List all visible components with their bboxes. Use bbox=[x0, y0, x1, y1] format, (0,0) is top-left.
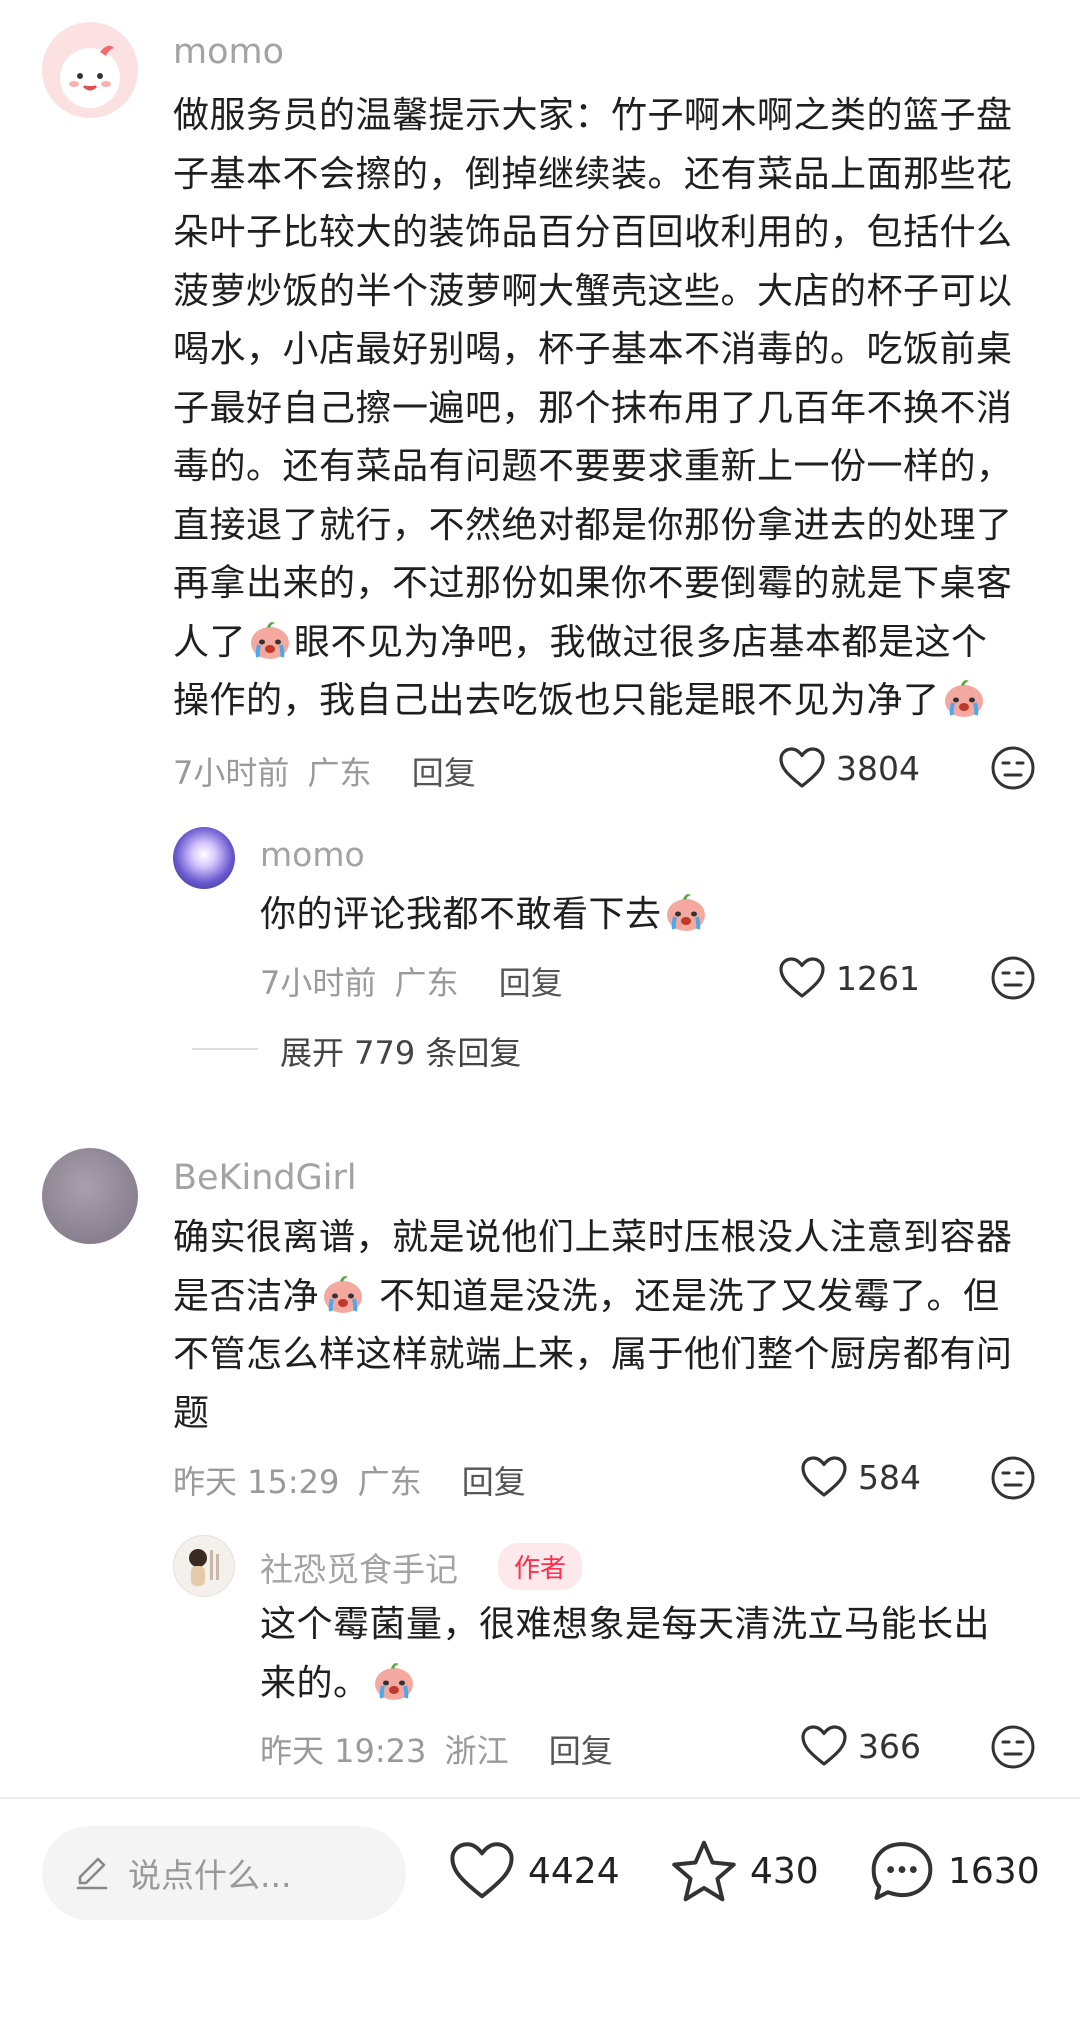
comment-text: 做服务员的温馨提示大家：竹子啊木啊之类的篮子盘 子基本不会擦的，倒掉继续装。还有… bbox=[173, 95, 1013, 721]
post-favorite-count: 430 bbox=[750, 1850, 819, 1892]
like-button[interactable]: 3804 bbox=[778, 746, 920, 790]
comment-meta: 7小时前 广东 回复 bbox=[260, 958, 563, 1004]
avatar[interactable] bbox=[42, 1148, 138, 1244]
bottom-bar-divider bbox=[0, 1797, 1080, 1799]
comment-time: 昨天 19:23 bbox=[260, 1732, 427, 1770]
avatar-character-icon bbox=[60, 45, 120, 108]
comment-username[interactable]: BeKindGirl bbox=[173, 1158, 357, 1198]
comment-text: 你的评论我都不敢看下去 bbox=[260, 886, 710, 945]
comment-time: 7小时前 bbox=[260, 964, 377, 1002]
input-placeholder: 说点什么... bbox=[128, 1856, 292, 1895]
post-comment-button[interactable]: 1630 bbox=[868, 1838, 1040, 1904]
crying-emoji-icon bbox=[942, 676, 986, 720]
comment-username[interactable]: momo bbox=[173, 32, 284, 72]
reply-button[interactable]: 回复 bbox=[412, 754, 476, 792]
post-favorite-button[interactable]: 430 bbox=[670, 1838, 819, 1904]
author-badge: 作者 bbox=[498, 1543, 583, 1590]
comment-location: 浙江 bbox=[444, 1732, 509, 1770]
like-count: 584 bbox=[858, 1457, 921, 1497]
comment-location: 广东 bbox=[307, 754, 372, 792]
comment-username[interactable]: 社恐觅食手记 bbox=[260, 1543, 458, 1591]
avatar-girl-icon bbox=[189, 1549, 219, 1586]
like-button[interactable]: 584 bbox=[800, 1455, 921, 1499]
post-like-button[interactable]: 4424 bbox=[448, 1840, 620, 1902]
dislike-face-icon[interactable] bbox=[990, 1455, 1036, 1501]
comment-location: 广东 bbox=[357, 1463, 422, 1501]
comment-text: 确实很离谱，就是说他们上菜时压根没人注意到容器 是否洁净 不知道是没洗，还是洗了… bbox=[173, 1217, 1013, 1434]
star-icon bbox=[672, 1840, 736, 1902]
comment-meta: 昨天 19:23 浙江 回复 bbox=[260, 1726, 613, 1772]
heart-icon bbox=[800, 1724, 848, 1768]
comment-location: 广东 bbox=[394, 964, 459, 1002]
like-count: 366 bbox=[858, 1726, 921, 1766]
crying-emoji-icon bbox=[372, 1659, 416, 1703]
comment-meta: 昨天 15:29 广东 回复 bbox=[173, 1457, 526, 1503]
heart-icon bbox=[800, 1455, 848, 1499]
post-comment-count: 1630 bbox=[948, 1850, 1040, 1892]
comment-time: 7小时前 bbox=[173, 754, 290, 792]
comment-input[interactable]: 说点什么... bbox=[42, 1826, 406, 1920]
crying-emoji-icon bbox=[321, 1272, 365, 1316]
dislike-face-icon[interactable] bbox=[990, 1724, 1036, 1770]
like-count: 3804 bbox=[836, 748, 920, 788]
comment-username[interactable]: momo bbox=[260, 835, 365, 874]
pencil-icon bbox=[76, 1857, 108, 1890]
heart-icon bbox=[778, 746, 826, 790]
like-button[interactable]: 1261 bbox=[778, 956, 920, 1000]
reply-button[interactable]: 回复 bbox=[462, 1463, 526, 1501]
comment-bubble-icon bbox=[871, 1842, 933, 1900]
dislike-face-icon[interactable] bbox=[990, 955, 1036, 1001]
reply-button[interactable]: 回复 bbox=[499, 964, 563, 1002]
reply-button[interactable]: 回复 bbox=[549, 1732, 613, 1770]
avatar[interactable] bbox=[173, 827, 235, 889]
heart-icon bbox=[778, 956, 826, 1000]
post-like-count: 4424 bbox=[528, 1850, 620, 1892]
expand-divider-line bbox=[192, 1048, 258, 1050]
comment-time: 昨天 15:29 bbox=[173, 1463, 340, 1501]
heart-icon bbox=[450, 1842, 514, 1899]
expand-replies-button[interactable]: 展开 779 条回复 bbox=[280, 1028, 521, 1074]
comment-text: 这个霉菌量，很难想象是每天清洗立马能长出 来的。 bbox=[260, 1604, 991, 1704]
comment-meta: 7小时前 广东 回复 bbox=[173, 748, 476, 794]
like-button[interactable]: 366 bbox=[800, 1724, 921, 1768]
avatar[interactable] bbox=[173, 1535, 235, 1597]
crying-emoji-icon bbox=[664, 890, 708, 934]
crying-emoji-icon bbox=[248, 618, 292, 662]
avatar[interactable] bbox=[42, 22, 138, 118]
dislike-face-icon[interactable] bbox=[990, 745, 1036, 791]
like-count: 1261 bbox=[836, 958, 920, 998]
